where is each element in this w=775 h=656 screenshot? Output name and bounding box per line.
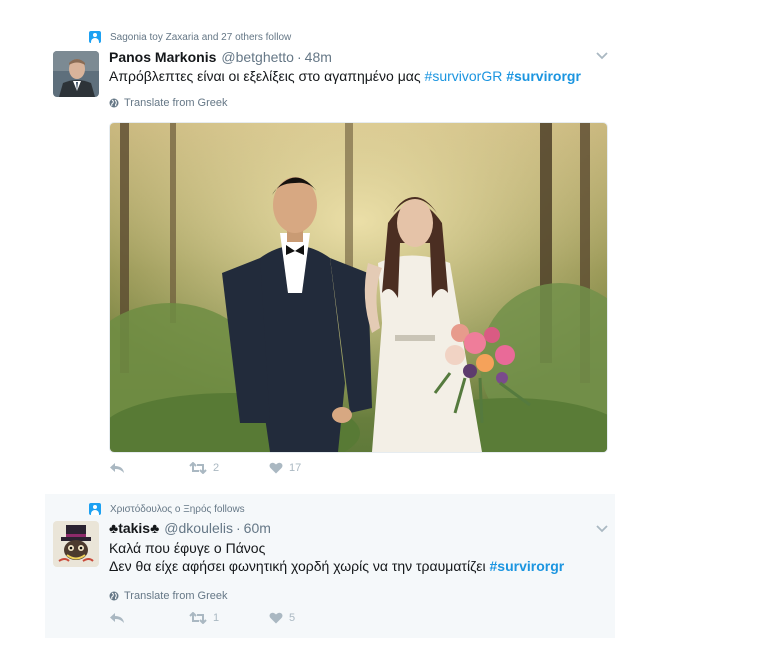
retweet-icon — [189, 462, 207, 474]
tweet-actions: 1 5 — [109, 612, 295, 624]
retweet-button[interactable]: 1 — [189, 612, 269, 624]
retweet-icon — [189, 612, 207, 624]
globe-icon — [109, 591, 119, 601]
username[interactable]: @dkoulelis — [164, 520, 233, 536]
heart-icon — [269, 612, 283, 624]
retweet-count: 2 — [213, 462, 220, 474]
like-button[interactable]: 5 — [269, 612, 295, 624]
like-count: 5 — [289, 612, 296, 624]
person-follow-icon — [89, 31, 101, 43]
separator: · — [296, 49, 302, 65]
reply-icon — [110, 463, 124, 473]
translate-link[interactable]: Translate from Greek — [109, 97, 228, 109]
social-context-text: Χριστόδουλος ο Ξηρός follows — [110, 503, 245, 515]
timestamp[interactable]: 48m — [305, 49, 332, 65]
club-symbol: ♣ — [109, 520, 119, 536]
hashtag-link[interactable]: #survirorgr — [506, 68, 581, 84]
club-symbol: ♣ — [150, 520, 160, 536]
tweet-header: Panos Markonis @betghetto · 48m — [109, 49, 332, 65]
person-follow-icon — [89, 503, 101, 515]
tweet-photo[interactable] — [109, 122, 608, 453]
social-context-text: Sagonia toy Zaxaria and 27 others follow — [110, 31, 292, 43]
translate-label: Translate from Greek — [124, 97, 228, 109]
chevron-down-icon[interactable] — [595, 524, 609, 534]
chevron-down-icon[interactable] — [595, 51, 609, 61]
display-name[interactable]: ♣takis♣ — [109, 520, 159, 536]
tweet-text-plain: Απρόβλεπτες είναι οι εξελίξεις στο αγαπη… — [109, 68, 425, 84]
like-count: 17 — [289, 462, 302, 474]
retweet-count: 1 — [213, 612, 220, 624]
social-context: Sagonia toy Zaxaria and 27 others follow — [89, 30, 291, 44]
reply-button[interactable] — [109, 612, 189, 624]
display-name-text: takis — [118, 520, 151, 536]
tweet-text: Απρόβλεπτες είναι οι εξελίξεις στο αγαπη… — [109, 67, 581, 85]
tweet-text-line: Καλά που έφυγε ο Πάνος — [109, 540, 266, 556]
heart-icon — [269, 462, 283, 474]
hashtag-link[interactable]: #survivorGR — [425, 68, 503, 84]
globe-icon — [109, 98, 119, 108]
retweet-button[interactable]: 2 — [189, 462, 269, 474]
tweet-2[interactable]: Χριστόδουλος ο Ξηρός follows ♣takis♣ @dk… — [45, 494, 615, 638]
social-context: Χριστόδουλος ο Ξηρός follows — [89, 502, 245, 516]
tweet-header: ♣takis♣ @dkoulelis · 60m — [109, 520, 271, 536]
username[interactable]: @betghetto — [221, 49, 294, 65]
translate-link[interactable]: Translate from Greek — [109, 590, 228, 602]
tweet-text-line: Δεν θα είχε αφήσει φωνητική χορδή χωρίς … — [109, 557, 564, 575]
display-name[interactable]: Panos Markonis — [109, 49, 216, 65]
timestamp[interactable]: 60m — [244, 520, 271, 536]
hashtag-link[interactable]: #survirorgr — [490, 558, 565, 574]
tweet-actions: 2 17 — [109, 462, 301, 474]
tweet-text: Καλά που έφυγε ο Πάνος Δεν θα είχε αφήσε… — [109, 539, 564, 575]
separator: · — [235, 520, 241, 536]
like-button[interactable]: 17 — [269, 462, 301, 474]
translate-label: Translate from Greek — [124, 590, 228, 602]
reply-button[interactable] — [109, 462, 189, 474]
tweet-text-plain: Δεν θα είχε αφήσει φωνητική χορδή χωρίς … — [109, 558, 490, 574]
reply-icon — [110, 613, 124, 623]
avatar[interactable] — [53, 51, 99, 97]
tweet-1[interactable]: Sagonia toy Zaxaria and 27 others follow… — [45, 22, 615, 492]
avatar[interactable] — [53, 521, 99, 567]
